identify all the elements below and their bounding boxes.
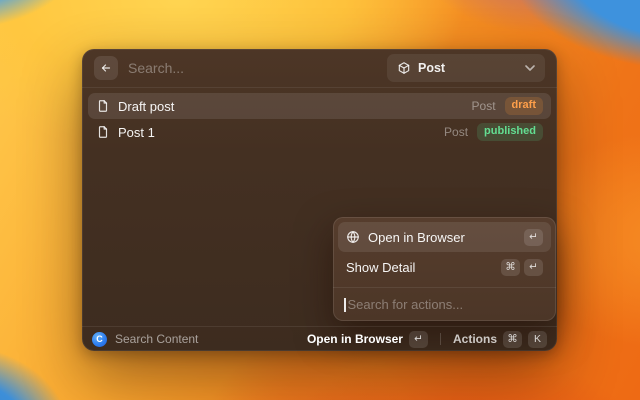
item-type-label: Post bbox=[472, 99, 496, 113]
list-item-post-1[interactable]: Post 1 Post published bbox=[88, 119, 551, 145]
item-title: Post 1 bbox=[118, 125, 155, 140]
list-item-draft-post[interactable]: Draft post Post draft bbox=[88, 93, 551, 119]
key-return: ↵ bbox=[524, 229, 543, 246]
box-icon bbox=[397, 61, 411, 75]
text-caret bbox=[344, 298, 346, 312]
content-type-dropdown[interactable]: Post bbox=[387, 54, 545, 82]
status-badge: published bbox=[477, 123, 543, 141]
globe-icon bbox=[346, 230, 360, 244]
dropdown-selected-value: Post bbox=[418, 61, 445, 75]
actions-button-label: Actions bbox=[453, 332, 497, 346]
actions-search-row bbox=[333, 288, 556, 321]
search-input[interactable] bbox=[128, 60, 377, 76]
key-cmd: ⌘ bbox=[503, 331, 522, 348]
item-title: Draft post bbox=[118, 99, 174, 114]
raycast-window: Post Draft post Post draft Post 1 Post bbox=[82, 49, 557, 351]
window-footer: C Search Content Open in Browser ↵ Actio… bbox=[82, 326, 557, 351]
command-name: Search Content bbox=[115, 332, 198, 346]
actions-search-input[interactable] bbox=[348, 297, 546, 312]
key-return: ↵ bbox=[409, 331, 428, 348]
results-list: Draft post Post draft Post 1 Post publis… bbox=[82, 88, 557, 150]
footer-separator bbox=[440, 333, 441, 345]
actions-panel: Open in Browser ↵ Show Detail ⌘ ↵ bbox=[333, 217, 556, 321]
extension-app-icon: C bbox=[92, 332, 107, 347]
key-cmd: ⌘ bbox=[501, 259, 520, 276]
action-show-detail[interactable]: Show Detail ⌘ ↵ bbox=[338, 252, 551, 282]
action-label: Open in Browser bbox=[368, 230, 465, 245]
document-icon bbox=[96, 99, 110, 113]
back-button[interactable] bbox=[94, 56, 118, 80]
action-open-in-browser[interactable]: Open in Browser ↵ bbox=[338, 222, 551, 252]
chevron-down-icon bbox=[525, 65, 535, 71]
action-label: Show Detail bbox=[346, 260, 415, 275]
item-type-label: Post bbox=[444, 125, 468, 139]
primary-action-button[interactable]: Open in Browser ↵ bbox=[307, 331, 428, 348]
key-return: ↵ bbox=[524, 259, 543, 276]
actions-menu-button[interactable]: Actions ⌘ K bbox=[453, 331, 547, 348]
primary-action-label: Open in Browser bbox=[307, 332, 403, 346]
key-k: K bbox=[528, 331, 547, 348]
status-badge: draft bbox=[505, 97, 543, 115]
arrow-left-icon bbox=[100, 62, 112, 74]
window-header: Post bbox=[82, 49, 557, 88]
document-icon bbox=[96, 125, 110, 139]
